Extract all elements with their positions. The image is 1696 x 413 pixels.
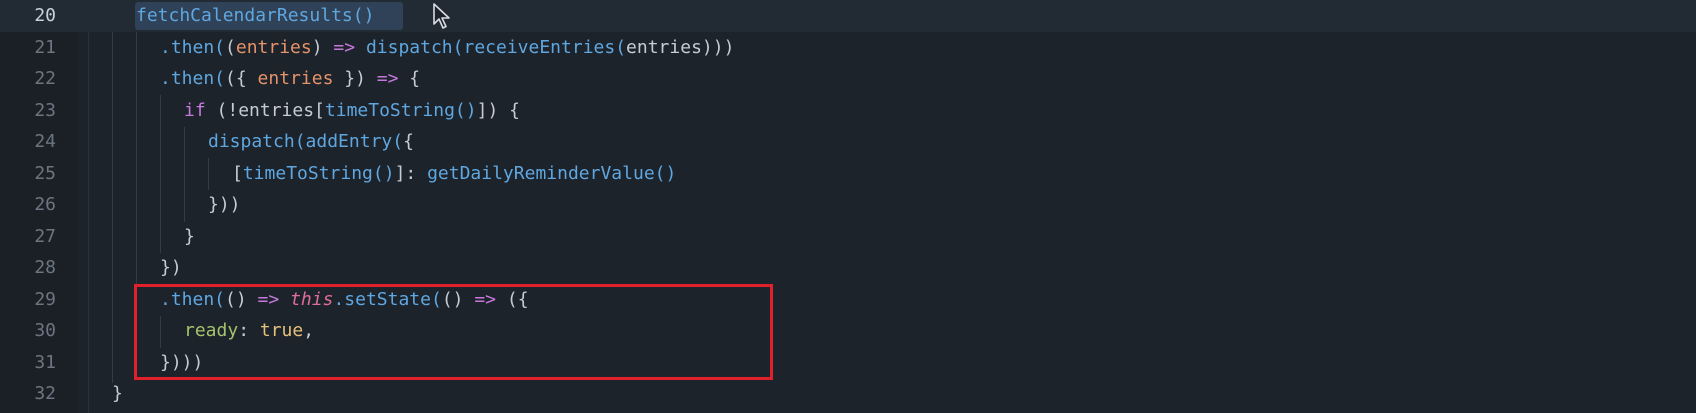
code-token: =>	[322, 36, 366, 58]
line-number: 23	[34, 99, 56, 121]
code-token: receiveEntries(	[463, 36, 627, 58]
code-text[interactable]: dispatch(addEntry({	[208, 126, 414, 158]
line-number: 29	[34, 288, 56, 310]
code-text[interactable]: .then(({ entries }) => {	[160, 63, 420, 95]
code-line-20[interactable]: 20 fetchCalendarResults()	[0, 0, 1696, 32]
line-number: 21	[34, 36, 56, 58]
code-token: {	[409, 68, 421, 89]
mouse-pointer-icon	[433, 3, 450, 29]
code-line-24[interactable]: 24 dispatch(addEntry({	[0, 126, 1696, 158]
code-line-23[interactable]: 23 if (!entries[timeToString()]) {	[0, 95, 1696, 127]
code-text[interactable]: [timeToString()]: getDailyReminderValue(…	[232, 158, 676, 190]
code-token: dispatch(	[208, 131, 306, 152]
line-number: 22	[34, 68, 56, 89]
code-line-25[interactable]: 25 [timeToString()]: getDailyReminderVal…	[0, 158, 1696, 190]
code-line-28[interactable]: 28 })	[0, 252, 1696, 284]
code-token: =>	[365, 68, 410, 89]
code-token: entries	[235, 36, 312, 58]
annotation-highlight-box	[134, 284, 773, 380]
code-token: timeToString()	[242, 162, 395, 184]
line-number: 30	[34, 320, 56, 341]
code-text[interactable]: fetchCalendarResults()	[136, 0, 374, 32]
code-text[interactable]: })	[160, 252, 182, 284]
code-token: })	[333, 68, 366, 89]
code-line-22[interactable]: 22 .then(({ entries }) => {	[0, 63, 1696, 95]
code-token: getDailyReminderValue()	[427, 162, 677, 184]
code-line-21[interactable]: 21 .then((entries) => dispatch(receiveEn…	[0, 32, 1696, 64]
code-token: (!entries[	[216, 99, 325, 121]
code-token: entries)))	[626, 36, 735, 58]
code-text[interactable]: }	[112, 378, 123, 410]
code-token: dispatch(	[365, 36, 464, 58]
line-number: 28	[34, 257, 56, 278]
code-text[interactable]: }))	[208, 189, 241, 221]
code-token: entries	[257, 68, 334, 89]
code-token: })	[160, 257, 182, 278]
code-text[interactable]: if (!entries[timeToString()]) {	[184, 95, 520, 127]
code-token: .then(	[160, 36, 226, 58]
line-number: 25	[34, 162, 56, 184]
code-text[interactable]: .then((entries) => dispatch(receiveEntri…	[160, 32, 734, 64]
line-number: 27	[34, 225, 56, 247]
code-token: .then(	[160, 68, 226, 89]
line-number: 31	[34, 351, 56, 373]
code-token: ]) {	[476, 99, 520, 121]
code-token: {	[403, 131, 414, 152]
code-token: addEntry(	[305, 131, 404, 152]
code-token: timeToString()	[324, 99, 477, 121]
code-token: ({	[225, 68, 258, 89]
code-text[interactable]: }	[184, 221, 195, 253]
code-token: ]:	[394, 162, 428, 184]
code-token: (	[225, 36, 236, 58]
code-token: }	[184, 225, 195, 247]
line-number: 24	[34, 131, 56, 152]
code-token: if	[184, 99, 217, 121]
code-token: }))	[208, 194, 241, 215]
code-token: )	[311, 36, 323, 58]
line-number: 26	[34, 194, 56, 215]
code-token: fetchCalendarResults()	[136, 5, 375, 26]
code-line-27[interactable]: 27 }	[0, 221, 1696, 253]
code-editor[interactable]: 20 fetchCalendarResults() 21 .then((entr…	[0, 0, 1696, 413]
code-line-26[interactable]: 26 }))	[0, 189, 1696, 221]
line-number: 20	[34, 5, 56, 26]
line-number: 32	[34, 383, 56, 404]
code-token: [	[232, 162, 243, 184]
code-line-32[interactable]: 32 }	[0, 378, 1696, 410]
code-token: }	[112, 383, 123, 404]
